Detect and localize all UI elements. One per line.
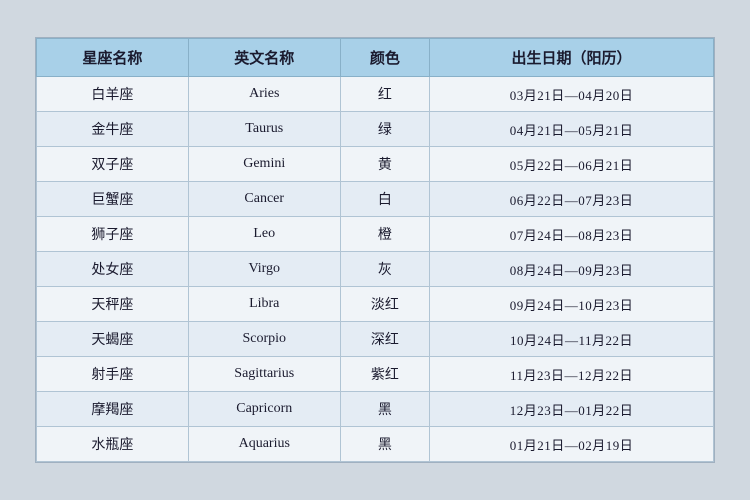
date-range: 09月24日—10月23日 — [430, 287, 714, 322]
date-range: 03月21日—04月20日 — [430, 77, 714, 112]
english-name: Leo — [188, 217, 340, 252]
table-row: 射手座Sagittarius紫红11月23日—12月22日 — [37, 357, 714, 392]
chinese-name: 巨蟹座 — [37, 182, 189, 217]
chinese-name: 水瓶座 — [37, 427, 189, 462]
color-value: 紫红 — [340, 357, 429, 392]
zodiac-table-container: 星座名称 英文名称 颜色 出生日期（阳历） 白羊座Aries红03月21日—04… — [35, 37, 715, 463]
date-range: 01月21日—02月19日 — [430, 427, 714, 462]
chinese-name: 金牛座 — [37, 112, 189, 147]
color-value: 红 — [340, 77, 429, 112]
english-name: Gemini — [188, 147, 340, 182]
table-row: 摩羯座Capricorn黑12月23日—01月22日 — [37, 392, 714, 427]
english-name: Taurus — [188, 112, 340, 147]
date-range: 10月24日—11月22日 — [430, 322, 714, 357]
chinese-name: 射手座 — [37, 357, 189, 392]
table-row: 水瓶座Aquarius黑01月21日—02月19日 — [37, 427, 714, 462]
color-value: 黑 — [340, 427, 429, 462]
table-row: 天蝎座Scorpio深红10月24日—11月22日 — [37, 322, 714, 357]
table-header-row: 星座名称 英文名称 颜色 出生日期（阳历） — [37, 39, 714, 77]
english-name: Sagittarius — [188, 357, 340, 392]
english-name: Libra — [188, 287, 340, 322]
header-color: 颜色 — [340, 39, 429, 77]
color-value: 淡红 — [340, 287, 429, 322]
date-range: 07月24日—08月23日 — [430, 217, 714, 252]
table-row: 金牛座Taurus绿04月21日—05月21日 — [37, 112, 714, 147]
date-range: 11月23日—12月22日 — [430, 357, 714, 392]
color-value: 黄 — [340, 147, 429, 182]
chinese-name: 白羊座 — [37, 77, 189, 112]
table-row: 狮子座Leo橙07月24日—08月23日 — [37, 217, 714, 252]
table-row: 处女座Virgo灰08月24日—09月23日 — [37, 252, 714, 287]
color-value: 深红 — [340, 322, 429, 357]
zodiac-table: 星座名称 英文名称 颜色 出生日期（阳历） 白羊座Aries红03月21日—04… — [36, 38, 714, 462]
date-range: 05月22日—06月21日 — [430, 147, 714, 182]
date-range: 12月23日—01月22日 — [430, 392, 714, 427]
table-row: 双子座Gemini黄05月22日—06月21日 — [37, 147, 714, 182]
chinese-name: 天秤座 — [37, 287, 189, 322]
header-dates: 出生日期（阳历） — [430, 39, 714, 77]
english-name: Cancer — [188, 182, 340, 217]
color-value: 绿 — [340, 112, 429, 147]
table-row: 白羊座Aries红03月21日—04月20日 — [37, 77, 714, 112]
color-value: 白 — [340, 182, 429, 217]
table-row: 天秤座Libra淡红09月24日—10月23日 — [37, 287, 714, 322]
chinese-name: 双子座 — [37, 147, 189, 182]
color-value: 橙 — [340, 217, 429, 252]
date-range: 08月24日—09月23日 — [430, 252, 714, 287]
chinese-name: 摩羯座 — [37, 392, 189, 427]
chinese-name: 处女座 — [37, 252, 189, 287]
english-name: Capricorn — [188, 392, 340, 427]
header-english-name: 英文名称 — [188, 39, 340, 77]
english-name: Scorpio — [188, 322, 340, 357]
english-name: Aries — [188, 77, 340, 112]
date-range: 04月21日—05月21日 — [430, 112, 714, 147]
chinese-name: 天蝎座 — [37, 322, 189, 357]
color-value: 灰 — [340, 252, 429, 287]
english-name: Virgo — [188, 252, 340, 287]
header-chinese-name: 星座名称 — [37, 39, 189, 77]
english-name: Aquarius — [188, 427, 340, 462]
table-row: 巨蟹座Cancer白06月22日—07月23日 — [37, 182, 714, 217]
date-range: 06月22日—07月23日 — [430, 182, 714, 217]
chinese-name: 狮子座 — [37, 217, 189, 252]
color-value: 黑 — [340, 392, 429, 427]
